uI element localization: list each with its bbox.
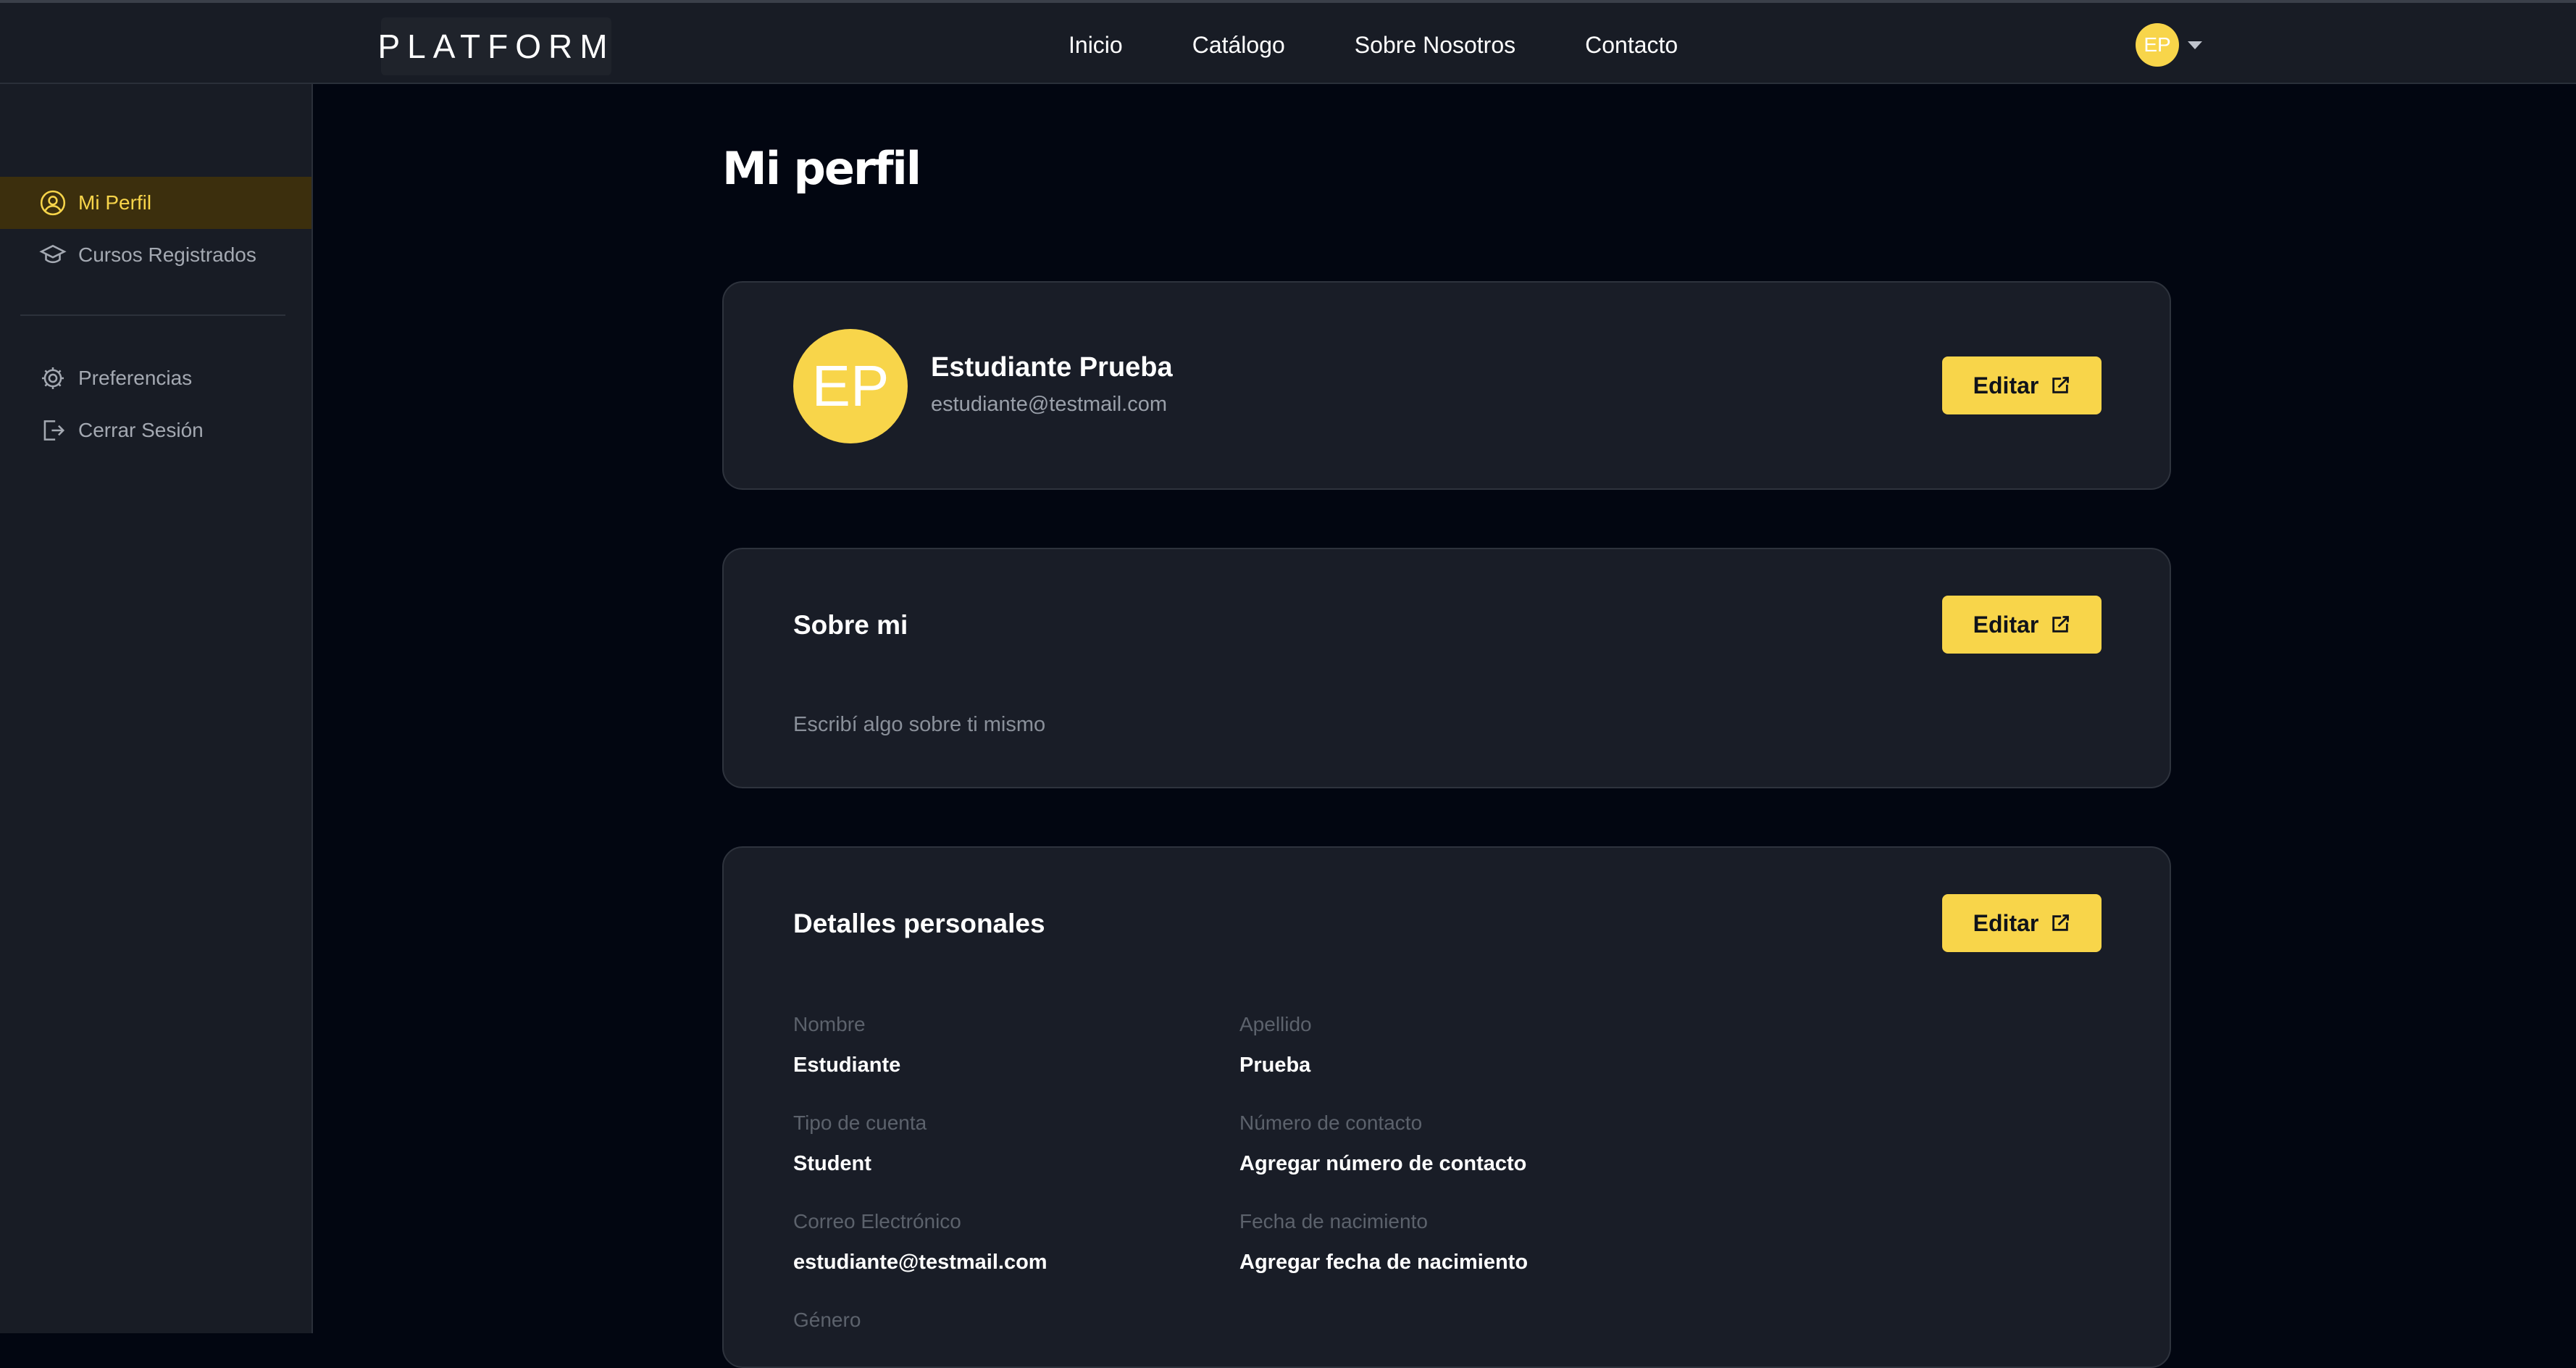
top-navbar: PLATFORM Inicio Catálogo Sobre Nosotros …	[0, 0, 2576, 84]
field-value-apellido: Prueba	[1239, 1054, 1311, 1077]
personal-details-card: Detalles personales Editar Nombre Estudi…	[722, 846, 2171, 1368]
edit-button-label: Editar	[1973, 909, 2039, 936]
about-card: Sobre mi Editar Escribí algo sobre ti mi…	[722, 548, 2171, 788]
sidebar-divider	[20, 314, 285, 316]
field-label-genero: Género	[793, 1309, 861, 1331]
sidebar-item-label: Mi Perfil	[78, 191, 152, 214]
edit-profile-button[interactable]: Editar	[1942, 356, 2102, 414]
edit-icon	[2052, 377, 2070, 393]
edit-about-button[interactable]: Editar	[1942, 596, 2102, 654]
user-circle-icon	[40, 190, 66, 216]
profile-card: EP Estudiante Prueba estudiante@testmail…	[722, 281, 2171, 490]
field-label-fecha-de-nacimiento: Fecha de nacimiento	[1239, 1210, 1428, 1233]
field-value-numero-de-contacto: Agregar número de contacto	[1239, 1152, 1527, 1175]
about-text[interactable]: Escribí algo sobre ti mismo	[793, 713, 1045, 737]
page-title: Mi perfil	[722, 142, 921, 195]
profile-email: estudiante@testmail.com	[931, 393, 1168, 416]
sidebar-item-preferencias[interactable]: Preferencias	[0, 352, 311, 404]
sidebar-item-label: Preferencias	[78, 367, 193, 389]
edit-icon	[2052, 616, 2070, 633]
edit-icon	[2052, 914, 2070, 931]
sidebar-item-cerrar-sesion[interactable]: Cerrar Sesión	[0, 404, 311, 456]
nav-link-sobre-nosotros[interactable]: Sobre Nosotros	[1355, 32, 1515, 59]
sidebar-item-cursos-registrados[interactable]: Cursos Registrados	[0, 229, 311, 281]
nav-link-contacto[interactable]: Contacto	[1585, 32, 1678, 59]
edit-button-label: Editar	[1973, 372, 2039, 399]
edit-button-label: Editar	[1973, 611, 2039, 638]
field-label-numero-de-contacto: Número de contacto	[1239, 1112, 1423, 1134]
chevron-down-icon[interactable]	[2188, 41, 2202, 49]
field-value-correo: estudiante@testmail.com	[793, 1251, 1047, 1274]
about-heading: Sobre mi	[793, 610, 908, 640]
user-menu[interactable]: EP	[2136, 23, 2202, 67]
sidebar-item-mi-perfil[interactable]: Mi Perfil	[0, 177, 311, 229]
sidebar: Mi Perfil Cursos Registrados Preferencia…	[0, 84, 313, 1333]
sidebar-item-label: Cerrar Sesión	[78, 419, 204, 441]
field-value-fecha-de-nacimiento: Agregar fecha de nacimiento	[1239, 1251, 1529, 1274]
sidebar-item-label: Cursos Registrados	[78, 243, 256, 266]
avatar[interactable]: EP	[2136, 23, 2179, 67]
gear-icon	[41, 367, 64, 390]
field-label-apellido: Apellido	[1239, 1013, 1312, 1035]
edit-details-button[interactable]: Editar	[1942, 894, 2102, 952]
main-nav: Inicio Catálogo Sobre Nosotros Contacto	[1069, 32, 1678, 59]
profile-name: Estudiante Prueba	[931, 352, 1173, 383]
nav-link-inicio[interactable]: Inicio	[1069, 32, 1123, 59]
field-label-tipo-de-cuenta: Tipo de cuenta	[793, 1112, 927, 1134]
logout-icon	[43, 420, 65, 441]
details-heading: Detalles personales	[793, 909, 1045, 938]
field-value-nombre: Estudiante	[793, 1054, 901, 1077]
field-value-tipo-de-cuenta: Student	[793, 1152, 871, 1175]
field-label-nombre: Nombre	[793, 1013, 866, 1035]
graduation-cap-icon	[39, 244, 67, 264]
avatar: EP	[793, 329, 908, 443]
field-label-correo: Correo Electrónico	[793, 1210, 961, 1233]
nav-link-catalogo[interactable]: Catálogo	[1192, 32, 1285, 59]
platform-logo[interactable]: PLATFORM	[377, 17, 611, 75]
